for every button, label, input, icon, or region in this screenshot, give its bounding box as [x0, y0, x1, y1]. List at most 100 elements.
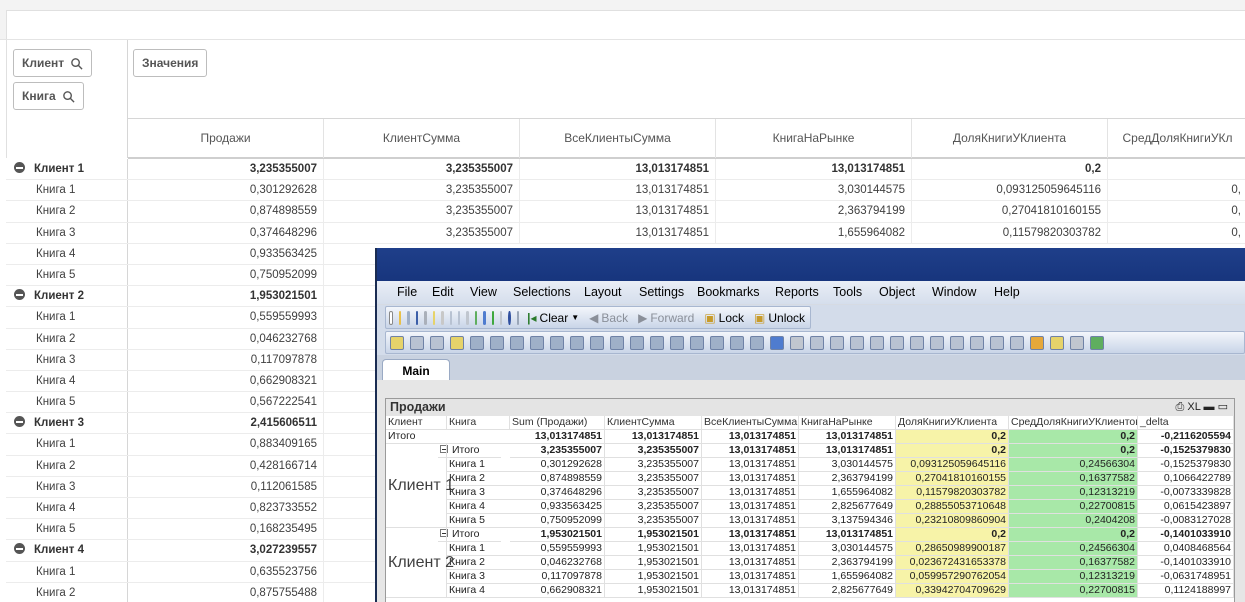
column-header[interactable]: ВсеКлиентыСумма: [520, 119, 716, 158]
excel-button[interactable]: XL: [1187, 401, 1200, 413]
pivot-header-cell[interactable]: ВсеКлиентыСумма: [702, 416, 799, 430]
wizard-icon[interactable]: [770, 335, 784, 350]
align-left-icon[interactable]: [830, 335, 844, 350]
pivot-header-cell[interactable]: СредДоляКнигиУКлиентов: [1009, 416, 1138, 430]
redo-icon[interactable]: [457, 310, 461, 325]
load-icon[interactable]: [450, 335, 464, 350]
edit-script-icon[interactable]: [432, 310, 436, 325]
menu-reports[interactable]: Reports: [775, 285, 819, 299]
distribute-icon[interactable]: [890, 335, 904, 350]
filter-client-chip[interactable]: Клиент: [13, 49, 93, 77]
settings-icon[interactable]: [1030, 335, 1044, 350]
menu-help[interactable]: Help: [994, 285, 1020, 299]
pivot-header-cell[interactable]: Sum (Продажи): [510, 416, 605, 430]
container-icon[interactable]: [730, 335, 744, 350]
menu-selections[interactable]: Selections: [513, 285, 571, 299]
collapse-icon[interactable]: [14, 289, 25, 301]
pivot-header-cell[interactable]: Книга: [447, 416, 510, 430]
sum-icon[interactable]: [490, 335, 504, 350]
pivot-header-cell[interactable]: _delta: [1138, 416, 1234, 430]
group-icon[interactable]: [1010, 335, 1024, 350]
unlock-button[interactable]: ▣ Unlock: [754, 311, 805, 325]
new-icon[interactable]: [389, 310, 394, 325]
column-header[interactable]: Продажи: [128, 119, 324, 158]
row-label[interactable]: Клиент 4: [6, 540, 128, 561]
menu-layout[interactable]: Layout: [584, 285, 622, 299]
search-icon[interactable]: [466, 310, 469, 325]
menu-bookmarks[interactable]: Bookmarks: [697, 285, 760, 299]
row-label[interactable]: Клиент 2: [6, 286, 128, 307]
minimize-icon[interactable]: ▬: [1204, 401, 1215, 413]
column-header[interactable]: ДоляКнигиУКлиента: [912, 119, 1108, 158]
table-icon[interactable]: [510, 335, 524, 350]
column-header[interactable]: КнигаНаРынке: [716, 119, 912, 158]
spacing-icon[interactable]: [930, 335, 944, 350]
menu-view[interactable]: View: [470, 285, 497, 299]
forward-icon[interactable]: [430, 335, 444, 350]
brush-icon[interactable]: [790, 335, 804, 350]
lock-button[interactable]: ▣ Lock: [704, 311, 744, 325]
reload-icon[interactable]: [407, 310, 410, 325]
pivot-header-cell[interactable]: ДоляКнигиУКлиента: [896, 416, 1009, 430]
snap-icon[interactable]: [950, 335, 964, 350]
export-icon[interactable]: [1050, 335, 1064, 350]
input-icon[interactable]: [590, 335, 604, 350]
text-icon[interactable]: [630, 335, 644, 350]
menu-object[interactable]: Object: [879, 285, 915, 299]
values-chip[interactable]: Значения: [133, 49, 208, 77]
chart-icon[interactable]: [550, 335, 564, 350]
search-object-icon[interactable]: [710, 335, 724, 350]
note-icon[interactable]: [1070, 335, 1084, 350]
collapse-icon[interactable]: [14, 543, 25, 555]
menu-window[interactable]: Window: [932, 285, 976, 299]
window-titlebar[interactable]: [377, 248, 1245, 281]
align-right-icon[interactable]: [870, 335, 884, 350]
edit-icon[interactable]: [499, 310, 503, 325]
pivot-header-cell[interactable]: КлиентСумма: [605, 416, 702, 430]
undo-icon[interactable]: [449, 310, 452, 325]
filter-book-chip[interactable]: Книга: [13, 82, 84, 110]
chart-icon[interactable]: [483, 310, 486, 325]
menu-settings[interactable]: Settings: [639, 285, 684, 299]
forward-button[interactable]: ▶ Forward: [638, 311, 694, 325]
row-label[interactable]: Клиент 3: [6, 413, 128, 434]
listbox-icon[interactable]: [470, 335, 484, 350]
column-header[interactable]: КлиентСумма: [324, 119, 520, 158]
star-icon[interactable]: [491, 310, 494, 325]
help-icon[interactable]: [508, 310, 511, 325]
object-caption[interactable]: Продажи ⎙ XL ▬ ▭: [386, 399, 1234, 416]
print-icon[interactable]: [424, 310, 427, 325]
menu-file[interactable]: File: [397, 285, 417, 299]
clear-button[interactable]: |◂ Clear ▼: [527, 311, 579, 325]
row-label[interactable]: Клиент 1: [6, 159, 128, 180]
grid-icon[interactable]: [910, 335, 924, 350]
menu-edit[interactable]: Edit: [432, 285, 454, 299]
custom-object-icon[interactable]: [750, 335, 764, 350]
reload-data-icon[interactable]: [441, 310, 444, 325]
align-center-icon[interactable]: [850, 335, 864, 350]
current-selections-icon[interactable]: [670, 335, 684, 350]
maximize-icon[interactable]: ▭: [1218, 401, 1228, 413]
print-icon[interactable]: ⎙: [1176, 401, 1185, 413]
collapse-icon[interactable]: [14, 162, 25, 173]
back-button[interactable]: ◀ Back: [589, 311, 628, 325]
checkbox-icon[interactable]: [474, 310, 478, 325]
column-header[interactable]: СредДоляКнигиУКл: [1108, 119, 1245, 158]
back-icon[interactable]: [410, 335, 424, 350]
align-icon[interactable]: [810, 335, 824, 350]
sheet-props-icon[interactable]: [390, 335, 404, 350]
user-icon[interactable]: [1090, 335, 1104, 350]
help-pointer-icon[interactable]: [516, 310, 520, 325]
line-icon[interactable]: [650, 335, 664, 350]
slider-icon[interactable]: [570, 335, 584, 350]
bookmark-icon[interactable]: [690, 335, 704, 350]
pivot-header-cell[interactable]: КнигаНаРынке: [799, 416, 896, 430]
save-icon[interactable]: [415, 310, 419, 325]
open-icon[interactable]: [399, 310, 402, 325]
bring-icon[interactable]: [970, 335, 984, 350]
pivot-header-cell[interactable]: Клиент: [386, 416, 447, 430]
menu-tools[interactable]: Tools: [833, 285, 862, 299]
multibox-icon[interactable]: [530, 335, 544, 350]
send-icon[interactable]: [990, 335, 1004, 350]
collapse-icon[interactable]: [14, 416, 25, 428]
